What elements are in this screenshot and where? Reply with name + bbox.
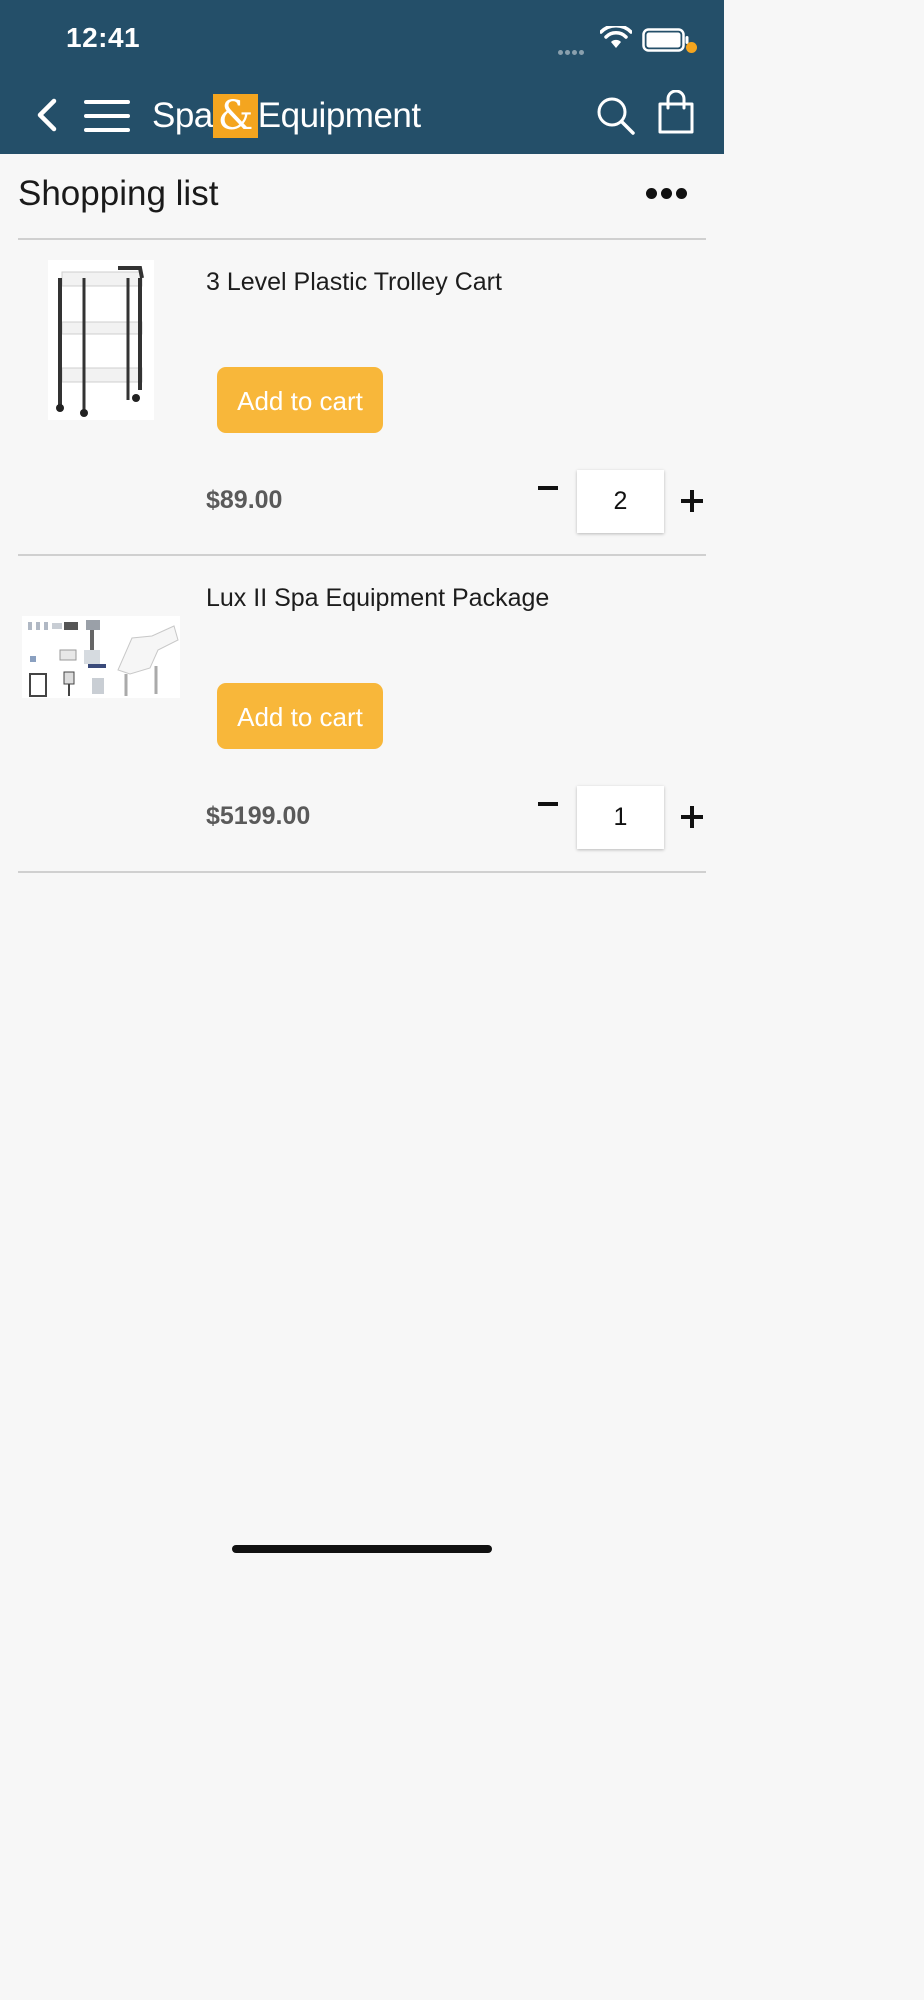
shopping-bag-icon[interactable] — [656, 90, 696, 136]
product-image-spa-package[interactable] — [22, 616, 180, 698]
quantity-field[interactable]: 2 — [577, 470, 664, 533]
increment-icon-vertical[interactable] — [690, 806, 694, 828]
logo-text-left: Spa — [152, 96, 213, 135]
brand-logo[interactable]: Spa & Equipment — [152, 94, 421, 138]
cellular-signal-icon — [558, 42, 586, 60]
increment-icon-vertical[interactable] — [690, 490, 694, 512]
logo-ampersand: & — [212, 94, 258, 138]
nav-bar: Spa & Equipment — [0, 84, 724, 148]
battery-icon — [642, 28, 689, 52]
search-icon[interactable] — [596, 96, 636, 136]
page-title: Shopping list — [18, 174, 219, 213]
home-indicator[interactable] — [232, 1545, 492, 1553]
product-image-trolley[interactable] — [48, 260, 154, 420]
cart-badge-dot — [686, 42, 697, 53]
product-name[interactable]: 3 Level Plastic Trolley Cart — [206, 268, 502, 297]
status-time: 12:41 — [66, 22, 141, 53]
decrement-icon[interactable] — [538, 486, 558, 490]
product-price: $89.00 — [206, 486, 283, 514]
wifi-icon — [600, 26, 632, 48]
product-price: $5199.00 — [206, 802, 311, 830]
decrement-icon[interactable] — [538, 802, 558, 806]
more-dots-icon[interactable] — [646, 186, 691, 204]
add-to-cart-button[interactable]: Add to cart — [217, 683, 383, 749]
list-item: Lux II Spa Equipment Package Add to cart… — [0, 556, 724, 872]
quantity-field[interactable]: 1 — [577, 786, 664, 849]
hamburger-icon[interactable] — [84, 100, 130, 132]
product-name[interactable]: Lux II Spa Equipment Package — [206, 584, 549, 613]
chevron-left-icon[interactable] — [34, 98, 60, 132]
app-header: 12:41 Spa & Equipment — [0, 0, 724, 154]
add-to-cart-button[interactable]: Add to cart — [217, 367, 383, 433]
divider — [18, 871, 706, 873]
logo-text-right: Equipment — [257, 96, 421, 135]
list-item: 3 Level Plastic Trolley Cart Add to cart… — [0, 240, 724, 556]
